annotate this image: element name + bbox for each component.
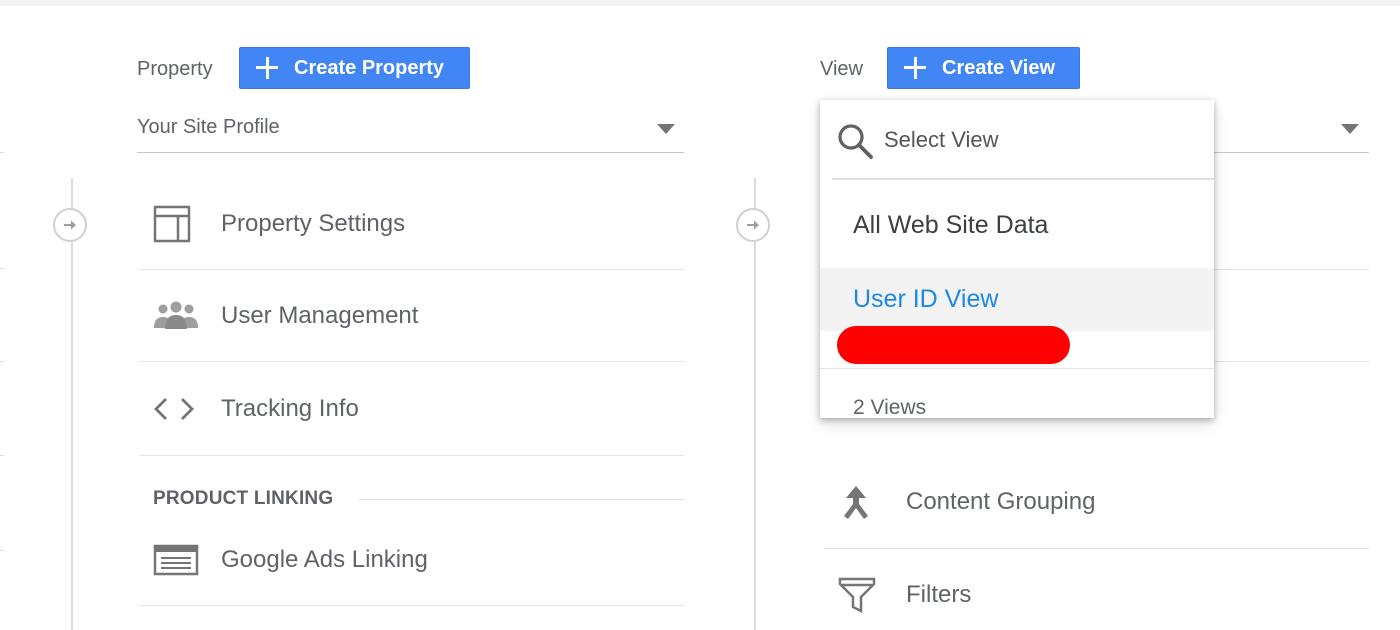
- property-select-value: Your Site Profile: [137, 116, 280, 138]
- menu-item-label: Google Ads Linking: [221, 545, 428, 573]
- menu-item-label: Content Grouping: [906, 488, 1096, 515]
- view-search: [832, 100, 1214, 180]
- users-icon: [139, 301, 221, 331]
- arrow-right-icon[interactable]: [736, 208, 770, 242]
- create-property-button[interactable]: Create Property: [239, 47, 470, 89]
- property-settings-icon: [139, 205, 221, 243]
- edge-tick: [0, 152, 4, 153]
- search-icon: [838, 124, 873, 159]
- create-view-label: Create View: [942, 56, 1056, 79]
- dropdown-option-user-id-view[interactable]: User ID View: [820, 268, 1214, 331]
- edge-tick: [0, 455, 4, 456]
- google-ads-icon: [139, 544, 221, 576]
- dropdown-divider: [820, 368, 1214, 369]
- property-label: Property: [137, 58, 213, 80]
- menu-item-tracking-info[interactable]: Tracking Info: [139, 362, 684, 456]
- menu-item-google-ads-linking[interactable]: Google Ads Linking: [139, 514, 684, 606]
- chevron-down-icon[interactable]: [657, 124, 675, 134]
- row-divider: [1214, 361, 1369, 362]
- menu-item-filters[interactable]: Filters: [824, 549, 1369, 630]
- property-column-line: [71, 178, 73, 630]
- top-bar: [0, 0, 1400, 6]
- view-label: View: [820, 58, 863, 80]
- create-view-button[interactable]: Create View: [887, 47, 1080, 89]
- row-divider: [1214, 269, 1369, 270]
- arrow-right-icon[interactable]: [53, 208, 87, 242]
- property-select[interactable]: Your Site Profile: [137, 103, 684, 153]
- edge-tick: [0, 268, 4, 269]
- menu-item-label: Tracking Info: [221, 394, 359, 422]
- dropdown-option-all-web-site-data[interactable]: All Web Site Data: [820, 182, 1214, 268]
- view-column-line: [754, 178, 756, 630]
- plus-icon: [240, 47, 294, 89]
- edge-tick: [0, 550, 4, 551]
- section-divider: [359, 499, 684, 500]
- redaction-mark: [837, 326, 1070, 364]
- filter-funnel-icon: [824, 577, 906, 613]
- menu-item-property-settings[interactable]: Property Settings: [139, 178, 684, 270]
- menu-item-user-management[interactable]: User Management: [139, 270, 684, 362]
- view-dropdown[interactable]: All Web Site Data User ID View 2 Views: [820, 100, 1214, 418]
- create-property-label: Create Property: [294, 56, 445, 79]
- view-search-input[interactable]: [884, 120, 1184, 160]
- view-count: 2 Views: [853, 396, 927, 418]
- menu-item-label: User Management: [221, 301, 419, 329]
- chevron-down-icon[interactable]: [1341, 124, 1359, 134]
- content-grouping-icon: [824, 484, 906, 520]
- section-heading-product-linking: PRODUCT LINKING: [153, 488, 334, 509]
- code-brackets-icon: [139, 396, 221, 422]
- edge-tick: [0, 361, 4, 362]
- menu-item-label: Filters: [906, 581, 972, 608]
- plus-icon: [888, 47, 942, 89]
- menu-item-label: Property Settings: [221, 209, 406, 237]
- menu-item-content-grouping[interactable]: Content Grouping: [824, 456, 1369, 549]
